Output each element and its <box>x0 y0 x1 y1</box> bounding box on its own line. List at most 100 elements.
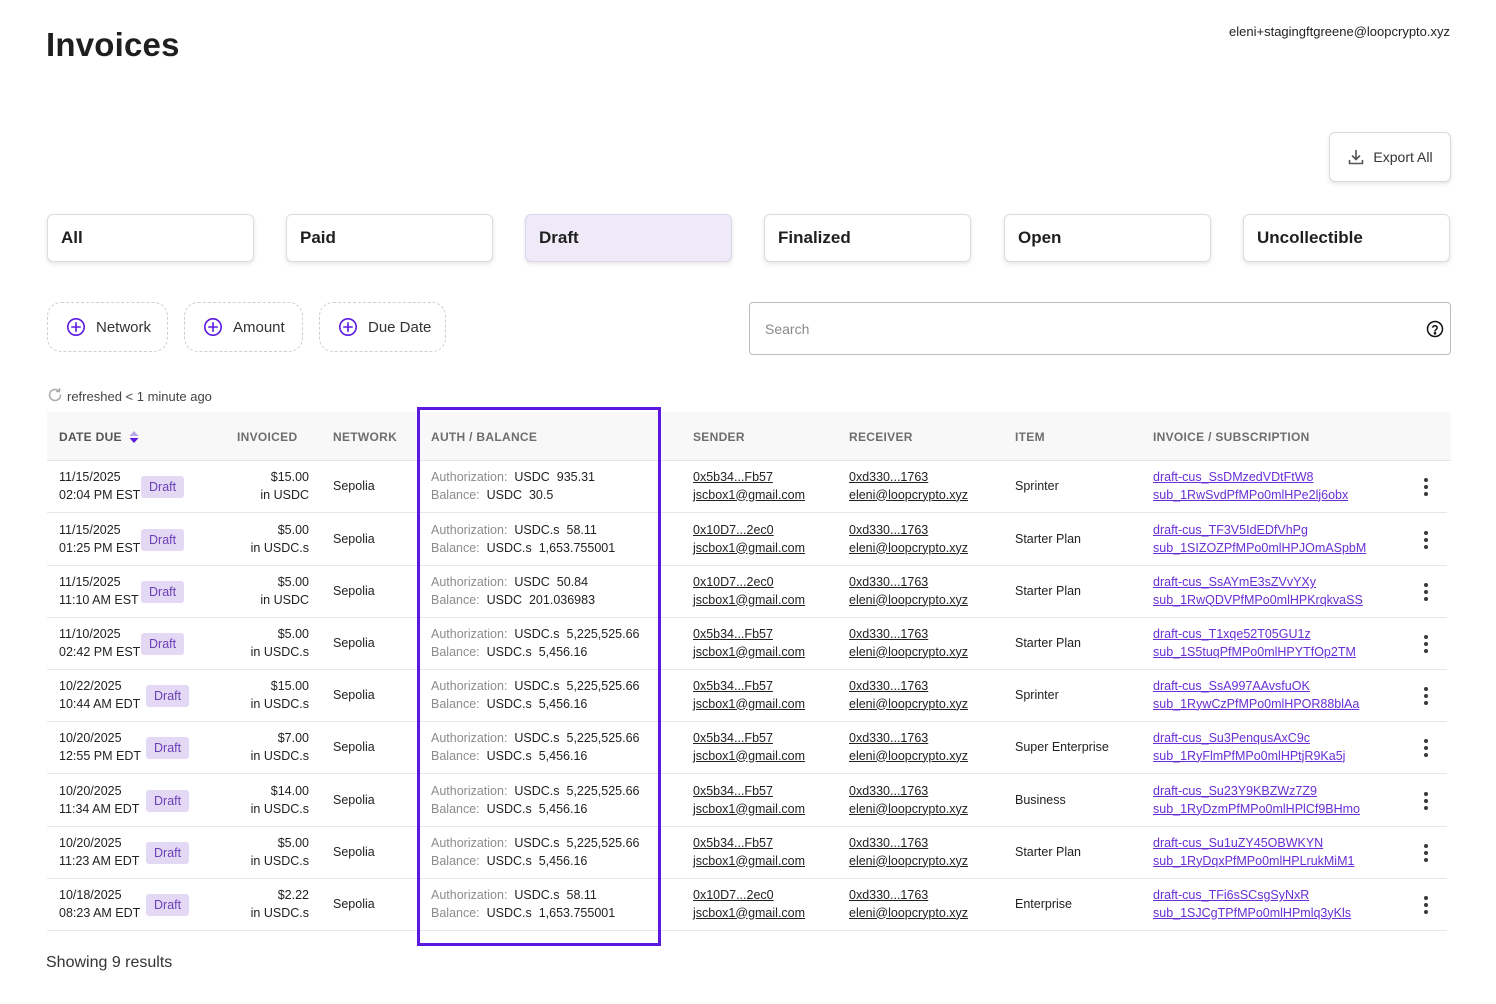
item: Sprinter <box>1015 479 1059 493</box>
column-item[interactable]: ITEM <box>1015 430 1045 444</box>
sender-address-link[interactable]: 0x5b34...Fb57 <box>693 469 805 487</box>
more-options-icon[interactable] <box>1419 632 1433 656</box>
authorization-value: 5,225,525.66 <box>566 679 640 693</box>
question-circle-icon[interactable] <box>1426 320 1444 338</box>
column-receiver[interactable]: RECEIVER <box>849 430 913 444</box>
subscription-link[interactable]: sub_1RwSvdPfMPo0mlHPe2lj6obx <box>1153 487 1348 505</box>
sender-address-link[interactable]: 0x10D7...2ec0 <box>693 574 805 592</box>
more-options-icon[interactable] <box>1419 684 1433 708</box>
subscription-link[interactable]: sub_1RyDzmPfMPo0mlHPlCf9BHmo <box>1153 801 1360 819</box>
sender-email-link[interactable]: jscbox1@gmail.com <box>693 644 805 662</box>
receiver-email-link[interactable]: eleni@loopcrypto.xyz <box>849 696 968 714</box>
subscription-link[interactable]: sub_1SJCgTPfMPo0mlHPmlq3yKls <box>1153 905 1351 923</box>
receiver-address-link[interactable]: 0xd330...1763 <box>849 783 968 801</box>
sender-email-link[interactable]: jscbox1@gmail.com <box>693 696 805 714</box>
subscription-link[interactable]: sub_1SIZOZPfMPo0mlHPJOmASpbM <box>1153 540 1366 558</box>
sender-email-link[interactable]: jscbox1@gmail.com <box>693 540 805 558</box>
filter-network-button[interactable]: Network <box>47 302 168 352</box>
invoice-link[interactable]: draft-cus_TF3V5IdEDfVhPg <box>1153 522 1366 540</box>
receiver-email-link[interactable]: eleni@loopcrypto.xyz <box>849 487 968 505</box>
column-date-due[interactable]: DATE DUE <box>59 430 140 444</box>
column-sender[interactable]: SENDER <box>693 430 745 444</box>
receiver-email-link[interactable]: eleni@loopcrypto.xyz <box>849 748 968 766</box>
table-row[interactable]: 11/15/2025 02:04 PM EST Draft $15.00 in USDC… <box>47 461 1447 513</box>
sender-address-link[interactable]: 0x5b34...Fb57 <box>693 835 805 853</box>
sender-address-link[interactable]: 0x5b34...Fb57 <box>693 626 805 644</box>
tab-uncollectible[interactable]: Uncollectible <box>1243 214 1450 262</box>
search-input[interactable] <box>765 303 1405 354</box>
receiver-address-link[interactable]: 0xd330...1763 <box>849 730 968 748</box>
more-options-icon[interactable] <box>1419 528 1433 552</box>
column-invoiced[interactable]: INVOICED <box>237 430 297 444</box>
sort-arrows-icon[interactable] <box>128 430 140 444</box>
filter-amount-button[interactable]: Amount <box>184 302 303 352</box>
balance-token: USDC.s <box>486 644 532 659</box>
subscription-link[interactable]: sub_1RyFlmPfMPo0mlHPtjR9Ka5j <box>1153 748 1345 766</box>
receiver-address-link[interactable]: 0xd330...1763 <box>849 574 968 592</box>
export-all-button[interactable]: Export All <box>1329 132 1451 182</box>
table-row[interactable]: 10/20/2025 11:34 AM EDT Draft $14.00 in USDC… <box>47 775 1447 827</box>
refresh-icon[interactable] <box>47 387 63 406</box>
table-row[interactable]: 10/22/2025 10:44 AM EDT Draft $15.00 in USDC… <box>47 670 1447 722</box>
column-invoice-subscription[interactable]: INVOICE / SUBSCRIPTION <box>1153 430 1310 444</box>
invoice-link[interactable]: draft-cus_Su1uZY45OBWKYN <box>1153 835 1354 853</box>
table-row[interactable]: 11/15/2025 11:10 AM EST Draft $5.00 in USDC S… <box>47 566 1447 618</box>
subscription-link[interactable]: sub_1RywCzPfMPo0mlHPOR88blAa <box>1153 696 1359 714</box>
sender-email-link[interactable]: jscbox1@gmail.com <box>693 905 805 923</box>
table-row[interactable]: 10/20/2025 11:23 AM EDT Draft $5.00 in USDC.… <box>47 827 1447 879</box>
tab-draft[interactable]: Draft <box>525 214 732 262</box>
sender-address-link[interactable]: 0x5b34...Fb57 <box>693 783 805 801</box>
tab-paid[interactable]: Paid <box>286 214 493 262</box>
invoice-link[interactable]: draft-cus_SsA997AAvsfuOK <box>1153 678 1359 696</box>
filter-due-date-button[interactable]: Due Date <box>319 302 446 352</box>
invoice-link[interactable]: draft-cus_SsDMzedVDtFtW8 <box>1153 469 1348 487</box>
sender-address-link[interactable]: 0x10D7...2ec0 <box>693 522 805 540</box>
more-options-icon[interactable] <box>1419 580 1433 604</box>
table-row[interactable]: 10/20/2025 12:55 PM EDT Draft $7.00 in USDC.… <box>47 722 1447 774</box>
sender-email-link[interactable]: jscbox1@gmail.com <box>693 487 805 505</box>
more-options-icon[interactable] <box>1419 736 1433 760</box>
receiver-email-link[interactable]: eleni@loopcrypto.xyz <box>849 905 968 923</box>
receiver-address-link[interactable]: 0xd330...1763 <box>849 678 968 696</box>
invoice-link[interactable]: draft-cus_Su3PenqusAxC9c <box>1153 730 1345 748</box>
tab-finalized[interactable]: Finalized <box>764 214 971 262</box>
receiver-email-link[interactable]: eleni@loopcrypto.xyz <box>849 592 968 610</box>
sender-email-link[interactable]: jscbox1@gmail.com <box>693 853 805 871</box>
table-row[interactable]: 10/18/2025 08:23 AM EDT Draft $2.22 in USDC.… <box>47 879 1447 931</box>
table-row[interactable]: 11/15/2025 01:25 PM EST Draft $5.00 in USDC.… <box>47 514 1447 566</box>
receiver-address-link[interactable]: 0xd330...1763 <box>849 469 968 487</box>
subscription-link[interactable]: sub_1S5tuqPfMPo0mlHPYTfOp2TM <box>1153 644 1356 662</box>
receiver-address-link[interactable]: 0xd330...1763 <box>849 835 968 853</box>
sender-email-link[interactable]: jscbox1@gmail.com <box>693 592 805 610</box>
more-options-icon[interactable] <box>1419 789 1433 813</box>
network: Sepolia <box>333 532 375 546</box>
receiver-address-link[interactable]: 0xd330...1763 <box>849 626 968 644</box>
sender-address-link[interactable]: 0x10D7...2ec0 <box>693 887 805 905</box>
receiver-email-link[interactable]: eleni@loopcrypto.xyz <box>849 801 968 819</box>
subscription-link[interactable]: sub_1RyDqxPfMPo0mlHPLrukMiM1 <box>1153 853 1354 871</box>
invoice-link[interactable]: draft-cus_TFi6sSCsgSyNxR <box>1153 887 1351 905</box>
receiver-email-link[interactable]: eleni@loopcrypto.xyz <box>849 644 968 662</box>
sender-address-link[interactable]: 0x5b34...Fb57 <box>693 730 805 748</box>
invoice-link[interactable]: draft-cus_Su23Y9KBZWz7Z9 <box>1153 783 1360 801</box>
more-options-icon[interactable] <box>1419 893 1433 917</box>
receiver-email-link[interactable]: eleni@loopcrypto.xyz <box>849 540 968 558</box>
table-row[interactable]: 11/10/2025 02:42 PM EST Draft $5.00 in USDC.… <box>47 618 1447 670</box>
receiver-address-link[interactable]: 0xd330...1763 <box>849 522 968 540</box>
column-network[interactable]: NETWORK <box>333 430 397 444</box>
date-due-time: 02:04 PM EST <box>59 487 141 502</box>
sender-address-link[interactable]: 0x5b34...Fb57 <box>693 678 805 696</box>
more-options-icon[interactable] <box>1419 841 1433 865</box>
receiver-email-link[interactable]: eleni@loopcrypto.xyz <box>849 853 968 871</box>
invoice-link[interactable]: draft-cus_SsAYmE3sZVvYXy <box>1153 574 1363 592</box>
sender-email-link[interactable]: jscbox1@gmail.com <box>693 801 805 819</box>
sender-email-link[interactable]: jscbox1@gmail.com <box>693 748 805 766</box>
column-auth-balance[interactable]: AUTH / BALANCE <box>431 430 537 444</box>
subscription-link[interactable]: sub_1RwQDVPfMPo0mlHPKrqkvaSS <box>1153 592 1363 610</box>
tab-open[interactable]: Open <box>1004 214 1211 262</box>
receiver-address-link[interactable]: 0xd330...1763 <box>849 887 968 905</box>
more-options-icon[interactable] <box>1419 475 1433 499</box>
invoice-link[interactable]: draft-cus_T1xqe52T05GU1z <box>1153 626 1356 644</box>
user-email[interactable]: eleni+stagingftgreene@loopcrypto.xyz <box>1229 24 1450 39</box>
tab-all[interactable]: All <box>47 214 254 262</box>
